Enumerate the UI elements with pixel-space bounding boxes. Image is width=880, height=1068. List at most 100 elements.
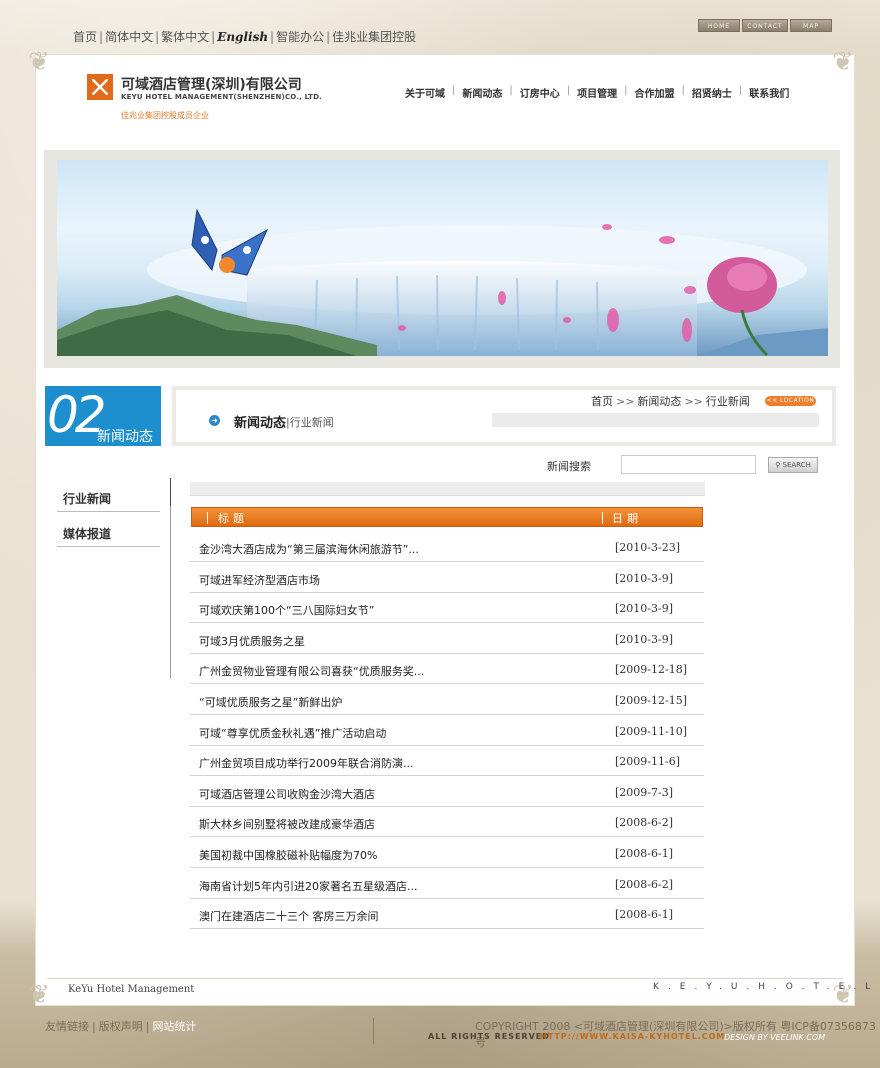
news-date: [2009-11-10] bbox=[615, 725, 688, 738]
page-subtitle: |行业新闻 bbox=[286, 416, 334, 429]
link-group[interactable]: 佳兆业集团控股 bbox=[332, 30, 416, 44]
nav-item-booking[interactable]: 订房中心 bbox=[513, 85, 567, 100]
table-row[interactable]: 可域酒店管理公司收购金沙湾大酒店 [2009-7-3] bbox=[190, 777, 704, 807]
breadcrumb-home[interactable]: 首页 bbox=[591, 395, 613, 408]
footer-url[interactable]: HTTP://WWW.KAISA-KYHOTEL.COM bbox=[540, 1032, 725, 1041]
news-date: [2008-6-1] bbox=[615, 847, 674, 860]
link-home[interactable]: 首页 bbox=[73, 30, 97, 44]
news-title-link[interactable]: “可域优质服务之星”新鲜出炉 bbox=[199, 694, 342, 710]
footer-rights: ALL RIGHTS RESERVED bbox=[428, 1032, 550, 1041]
news-title-link[interactable]: 美国初裁中国橡胶磁补贴幅度为70% bbox=[199, 847, 377, 863]
table-row[interactable]: 澳门在建酒店二十三个 客房三万余间 [2008-6-1] bbox=[190, 899, 704, 929]
logo-subtitle: 佳兆业集团控股成员企业 bbox=[121, 111, 209, 120]
news-date: [2009-11-6] bbox=[615, 755, 681, 768]
table-row[interactable]: 广州金贸物业管理有限公司喜获“优质服务奖... [2009-12-18] bbox=[190, 654, 704, 684]
ornament-icon: ❦ bbox=[28, 47, 50, 77]
news-date: [2010-3-9] bbox=[615, 572, 674, 585]
link-english[interactable]: English bbox=[217, 30, 268, 44]
news-title-link[interactable]: 澳门在建酒店二十三个 客房三万余间 bbox=[199, 908, 379, 924]
banner-illustration bbox=[57, 208, 828, 356]
footer-links: 友情链接 | 版权声明 | 网站统计 bbox=[45, 1020, 197, 1033]
sidebar-item-media-reports[interactable]: 媒体报道 bbox=[57, 521, 160, 547]
ornament-icon: ❦ bbox=[832, 47, 854, 77]
top-language-links: 首页 | 简体中文 | 繁体中文 | English | 智能办公 | 佳兆业集团控股 bbox=[73, 30, 417, 44]
nav-item-contact[interactable]: 联系我们 bbox=[742, 85, 796, 100]
section-badge-number: 02 bbox=[47, 386, 107, 444]
logo-icon[interactable] bbox=[87, 74, 113, 100]
section-badge-label: 新闻动态 bbox=[97, 429, 153, 445]
top-buttons: HOME CONTACT MAP bbox=[698, 19, 832, 32]
table-row[interactable]: 金沙湾大酒店成为“第三届滨海休闲旅游节”... [2010-3-23] bbox=[190, 532, 704, 562]
table-row[interactable]: “可域优质服务之星”新鲜出炉 [2009-12-15] bbox=[190, 685, 704, 715]
sidebar-divider bbox=[170, 478, 171, 678]
nav-item-news[interactable]: 新闻动态 bbox=[455, 85, 509, 100]
main-nav: 关于可域 | 新闻动态 | 订房中心 | 项目管理 | 合作加盟 | 招贤纳士 | 联系我们 bbox=[398, 85, 796, 100]
table-row[interactable]: 斯大林乡间别墅将被改建成豪华酒店 [2008-6-2] bbox=[190, 807, 704, 837]
news-title-link[interactable]: 广州金贸项目成功举行2009年联合消防演... bbox=[199, 755, 413, 771]
news-date: [2009-7-3] bbox=[615, 786, 674, 799]
footer-divider bbox=[47, 978, 843, 979]
news-title-link[interactable]: 金沙湾大酒店成为“第三届滨海休闲旅游节”... bbox=[199, 541, 419, 557]
news-date: [2009-12-18] bbox=[615, 663, 688, 676]
home-button[interactable]: HOME bbox=[698, 19, 740, 32]
nav-item-careers[interactable]: 招贤纳士 bbox=[685, 85, 739, 100]
logo-name-en: KEYU HOTEL MANAGEMENT(SHENZHEN)CO., LTD. bbox=[121, 93, 322, 101]
news-title-link[interactable]: 广州金贸物业管理有限公司喜获“优质服务奖... bbox=[199, 663, 424, 679]
table-row[interactable]: 可域“尊享优质金秋礼遇”推广活动启动 [2009-11-10] bbox=[190, 716, 704, 746]
news-date: [2008-6-2] bbox=[615, 878, 674, 891]
link-office[interactable]: 智能办公 bbox=[276, 30, 324, 44]
footer-link-copyright[interactable]: 版权声明 bbox=[99, 1020, 143, 1033]
news-title-link[interactable]: 海南省计划5年内引进20家著名五星级酒店... bbox=[199, 878, 417, 894]
news-title-link[interactable]: 可域3月优质服务之星 bbox=[199, 633, 305, 649]
page-title: 新闻动态 bbox=[234, 416, 287, 431]
contact-button[interactable]: CONTACT bbox=[742, 19, 788, 32]
banner-image bbox=[57, 160, 828, 356]
news-title-link[interactable]: 可域酒店管理公司收购金沙湾大酒店 bbox=[199, 786, 375, 802]
news-title-link[interactable]: 斯大林乡间别墅将被改建成豪华酒店 bbox=[199, 816, 375, 832]
news-date: [2010-3-23] bbox=[615, 541, 681, 554]
map-button[interactable]: MAP bbox=[790, 19, 832, 32]
search-label: 新闻搜索 bbox=[547, 460, 591, 473]
nav-item-franchise[interactable]: 合作加盟 bbox=[628, 85, 682, 100]
column-title: 标题 bbox=[218, 512, 248, 525]
news-title-link[interactable]: 可域“尊享优质金秋礼遇”推广活动启动 bbox=[199, 725, 386, 741]
news-title-link[interactable]: 可域欢庆第100个“三八国际妇女节” bbox=[199, 602, 374, 618]
link-traditional[interactable]: 繁体中文 bbox=[161, 30, 209, 44]
footer-link-friends[interactable]: 友情链接 bbox=[45, 1020, 89, 1033]
arrow-right-icon: ➜ bbox=[209, 415, 220, 426]
ornament-icon: ❦ bbox=[28, 980, 50, 1010]
section-divider bbox=[492, 413, 819, 427]
breadcrumb-section[interactable]: 新闻动态 bbox=[637, 395, 681, 408]
nav-item-projects[interactable]: 项目管理 bbox=[570, 85, 624, 100]
column-date: 日期 bbox=[612, 512, 642, 525]
table-row[interactable]: 可域3月优质服务之星 [2010-3-9] bbox=[190, 624, 704, 654]
table-row[interactable]: 广州金贸项目成功举行2009年联合消防演... [2009-11-6] bbox=[190, 746, 704, 776]
table-row[interactable]: 美国初裁中国橡胶磁补贴幅度为70% [2008-6-1] bbox=[190, 838, 704, 868]
search-input[interactable] bbox=[621, 455, 756, 474]
table-row[interactable]: 可域欢庆第100个“三八国际妇女节” [2010-3-9] bbox=[190, 593, 704, 623]
footer-design-credit[interactable]: DESIGN BY VEELINK.COM bbox=[724, 1033, 825, 1042]
footer-brand: KeYu Hotel Management bbox=[68, 984, 195, 995]
breadcrumb: 首页 >> 新闻动态 >> 行业新闻 bbox=[591, 395, 750, 408]
news-date: [2008-6-2] bbox=[615, 816, 674, 829]
table-row[interactable]: 可域进军经济型酒店市场 [2010-3-9] bbox=[190, 563, 704, 593]
news-title-link[interactable]: 可域进军经济型酒店市场 bbox=[199, 572, 320, 588]
table-row[interactable]: 海南省计划5年内引进20家著名五星级酒店... [2008-6-2] bbox=[190, 869, 704, 899]
news-date: [2009-12-15] bbox=[615, 694, 688, 707]
news-date: [2010-3-9] bbox=[615, 633, 674, 646]
footer-link-stats[interactable]: 网站统计 bbox=[152, 1020, 196, 1033]
footer-brand-spaced: K.E.Y.U.H.O.T.E.L bbox=[653, 982, 880, 992]
search-icon: ⚲ bbox=[775, 461, 781, 469]
link-simplified[interactable]: 简体中文 bbox=[105, 30, 153, 44]
section-badge: 02 新闻动态 bbox=[45, 386, 161, 446]
sidebar-divider-active bbox=[170, 478, 171, 506]
logo-name-cn[interactable]: 可域酒店管理(深圳)有限公司 bbox=[121, 74, 302, 94]
nav-item-about[interactable]: 关于可域 bbox=[398, 85, 452, 100]
footer-separator bbox=[373, 1018, 374, 1044]
list-top-bar bbox=[190, 482, 705, 496]
news-date: [2008-6-1] bbox=[615, 908, 674, 921]
breadcrumb-current: 行业新闻 bbox=[705, 395, 750, 408]
news-date: [2010-3-9] bbox=[615, 602, 674, 615]
sidebar-item-industry-news[interactable]: 行业新闻 bbox=[57, 486, 160, 512]
search-button[interactable]: ⚲ SEARCH bbox=[768, 457, 818, 473]
